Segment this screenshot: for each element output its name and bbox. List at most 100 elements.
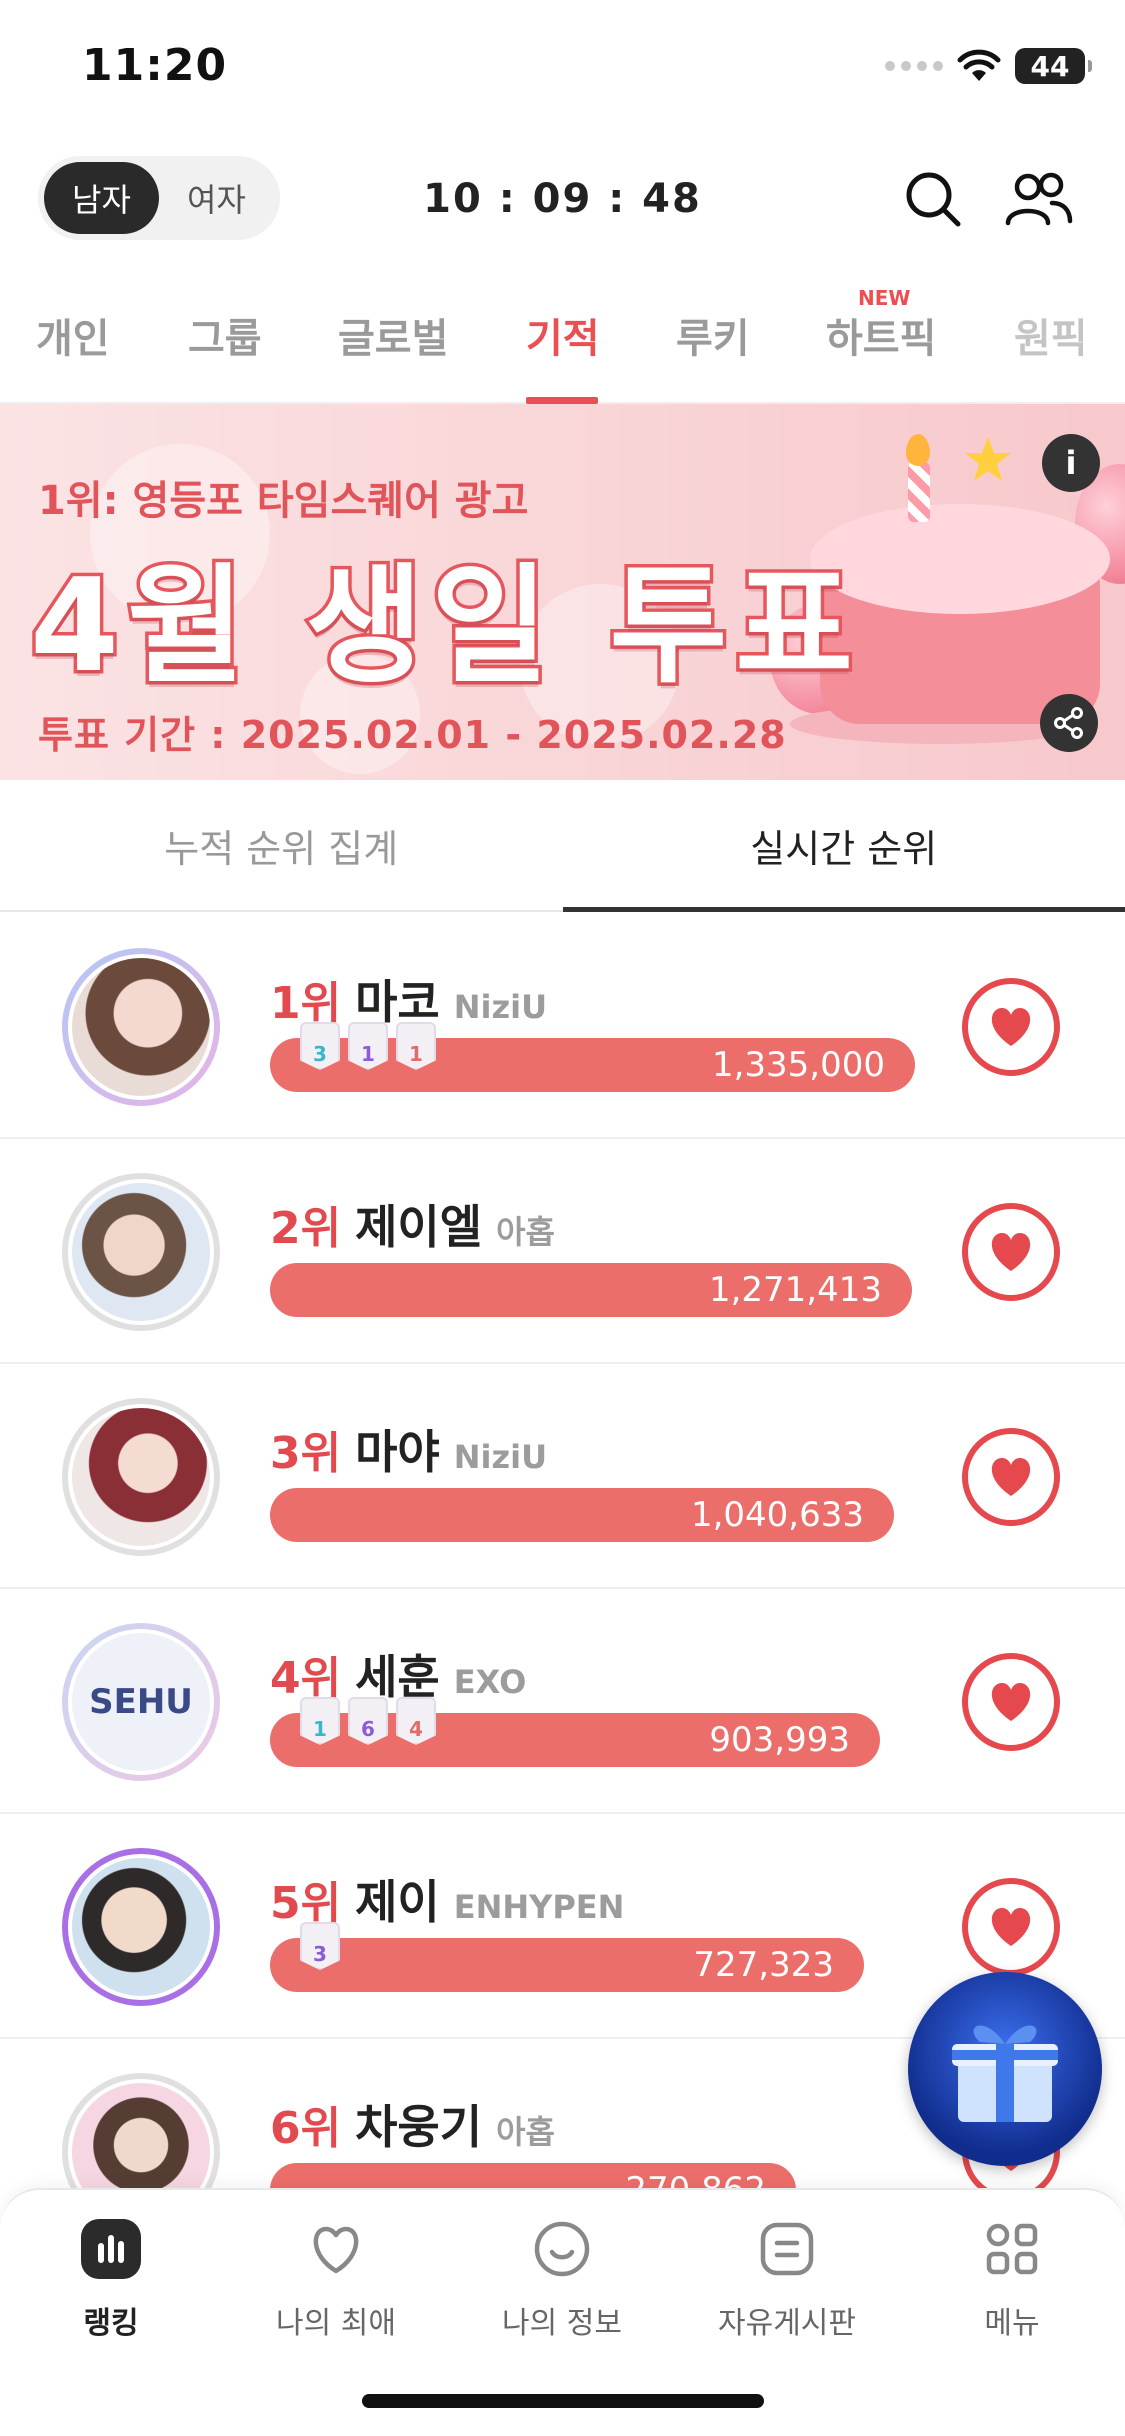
rank-info: 2위 제이엘 아홉 [270,1191,555,1257]
wifi-icon [957,49,1001,81]
vote-heart-button[interactable] [962,1203,1060,1301]
achievement-badges: 3 [300,1922,340,1970]
avatar[interactable] [68,1179,214,1325]
candle-graphic [908,462,930,522]
vote-count: 727,323 [693,1945,834,1985]
nav-label: 메뉴 [984,2306,1040,2341]
tab-onepick[interactable]: 원픽 [1014,306,1088,364]
battery-icon: 44 [1015,48,1092,84]
tab-rookie[interactable]: 루키 [676,306,750,364]
status-icons: 44 [885,48,1092,84]
badge: 3 [300,1022,340,1070]
gift-icon [952,2025,1058,2122]
vote-count: 1,271,413 [708,1270,882,1310]
ranking-row[interactable]: SEHU 4위 세훈 EXO 903,993 1 6 4 [0,1589,1125,1814]
avatar-ring [62,1848,220,2006]
nav-label: 자유게시판 [718,2306,856,2341]
tab-heartpick[interactable]: 하트픽 [826,306,936,364]
vote-bar: 1,040,633 [270,1488,894,1542]
vote-bar: 727,323 [270,1938,864,1992]
ranking-row[interactable]: 2위 제이엘 아홉 1,271,413 [0,1139,1125,1364]
heart-icon [991,1683,1031,1721]
tab-individual[interactable]: 개인 [36,306,110,364]
group-name: 아홉 [496,1213,555,1251]
badge: 3 [300,1922,340,1970]
heart-outline-icon [303,2216,369,2282]
gender-toggle[interactable]: 남자 여자 [38,156,280,240]
tab-miracle[interactable]: 기적 [526,306,600,364]
nav-label: 나의 정보 [502,2306,622,2341]
avatar[interactable] [68,1404,214,1550]
info-button[interactable]: i [1042,434,1100,492]
nav-my-favorite[interactable]: 나의 최애 [236,2216,436,2342]
tab-group[interactable]: 그룹 [188,306,262,364]
share-icon [1054,707,1083,739]
banner-period: 투표 기간 : 2025.02.01 - 2025.02.28 [38,713,787,757]
banner-subtitle: 1위: 영등포 타임스퀘어 광고 [38,478,529,524]
badge: 1 [348,1022,388,1070]
badge: 1 [300,1697,340,1745]
vote-heart-button[interactable] [962,1878,1060,1976]
vote-heart-button[interactable] [962,1653,1060,1751]
rank-number: 3위 [270,1428,342,1479]
home-indicator [362,2394,764,2408]
menu-grid-icon [979,2216,1045,2282]
ranking-sub-tabs: 누적 순위 집계 실시간 순위 [0,780,1125,912]
group-name: NiziU [453,988,548,1026]
avatar[interactable] [68,954,214,1100]
avatar-ring [62,1173,220,1331]
group-name: ENHYPEN [453,1888,625,1926]
gift-floating-button[interactable] [908,1972,1102,2166]
idol-name: 제이엘 [355,1200,483,1254]
ranking-row[interactable]: 1위 마코 NiziU 1,335,000 3 1 1 [0,914,1125,1139]
active-tab-indicator [526,397,598,404]
vote-count: 1,335,000 [711,1045,885,1085]
badge: 6 [348,1697,388,1745]
rank-info: 6위 차웅기 아홉 [270,2091,555,2157]
rank-info: 3위 마야 NiziU [270,1416,547,1482]
heart-icon [991,1458,1031,1496]
badge: 4 [396,1697,436,1745]
tab-cumulative-ranking[interactable]: 누적 순위 집계 [0,780,563,910]
nav-free-board[interactable]: 자유게시판 [687,2216,887,2342]
nav-my-info[interactable]: 나의 정보 [462,2216,662,2342]
vote-count: 903,993 [709,1720,850,1760]
avatar[interactable]: SEHU [68,1629,214,1775]
group-name: NiziU [453,1438,548,1476]
avatar-ring [62,948,220,1106]
avatar-ring: SEHU [62,1623,220,1781]
nav-ranking[interactable]: 랭킹 [11,2216,211,2342]
gender-option-male[interactable]: 남자 [44,162,159,234]
nav-label: 나의 최애 [276,2306,396,2341]
banner-title: 4월 생일 투표 [27,549,861,705]
status-time: 11:20 [82,40,228,91]
heart-icon [991,1008,1031,1046]
search-icon[interactable] [898,164,968,234]
vote-heart-button[interactable] [962,1428,1060,1526]
vote-bar: 1,271,413 [270,1263,912,1317]
share-button[interactable] [1040,694,1098,752]
cellular-signal-icon [885,61,943,71]
avatar[interactable] [68,1854,214,2000]
vote-count: 1,040,633 [690,1495,864,1535]
nav-menu[interactable]: 메뉴 [912,2216,1112,2342]
gender-option-female[interactable]: 여자 [159,162,274,234]
achievement-badges: 3 1 1 [300,1022,436,1070]
top-header: 남자 여자 10 : 09 : 48 [0,150,1125,250]
avatar-ring [62,1398,220,1556]
chart-icon [78,2216,144,2282]
group-name: 아홉 [496,2113,555,2151]
ranking-row[interactable]: 3위 마야 NiziU 1,040,633 [0,1364,1125,1589]
heart-icon [991,1908,1031,1946]
achievement-badges: 1 6 4 [300,1697,436,1745]
rank-number: 6위 [270,2103,342,2154]
vote-heart-button[interactable] [962,978,1060,1076]
heart-icon [991,1233,1031,1271]
people-icon[interactable] [1004,164,1074,234]
idol-name: 차웅기 [355,2100,483,2154]
event-banner[interactable]: 1위: 영등포 타임스퀘어 광고 4월 생일 투표 투표 기간 : 2025.0… [0,404,1125,780]
tab-realtime-ranking[interactable]: 실시간 순위 [562,780,1125,912]
tab-global[interactable]: 글로벌 [338,306,448,364]
rank-number: 2위 [270,1203,342,1254]
status-bar: 11:20 44 [0,0,1125,140]
